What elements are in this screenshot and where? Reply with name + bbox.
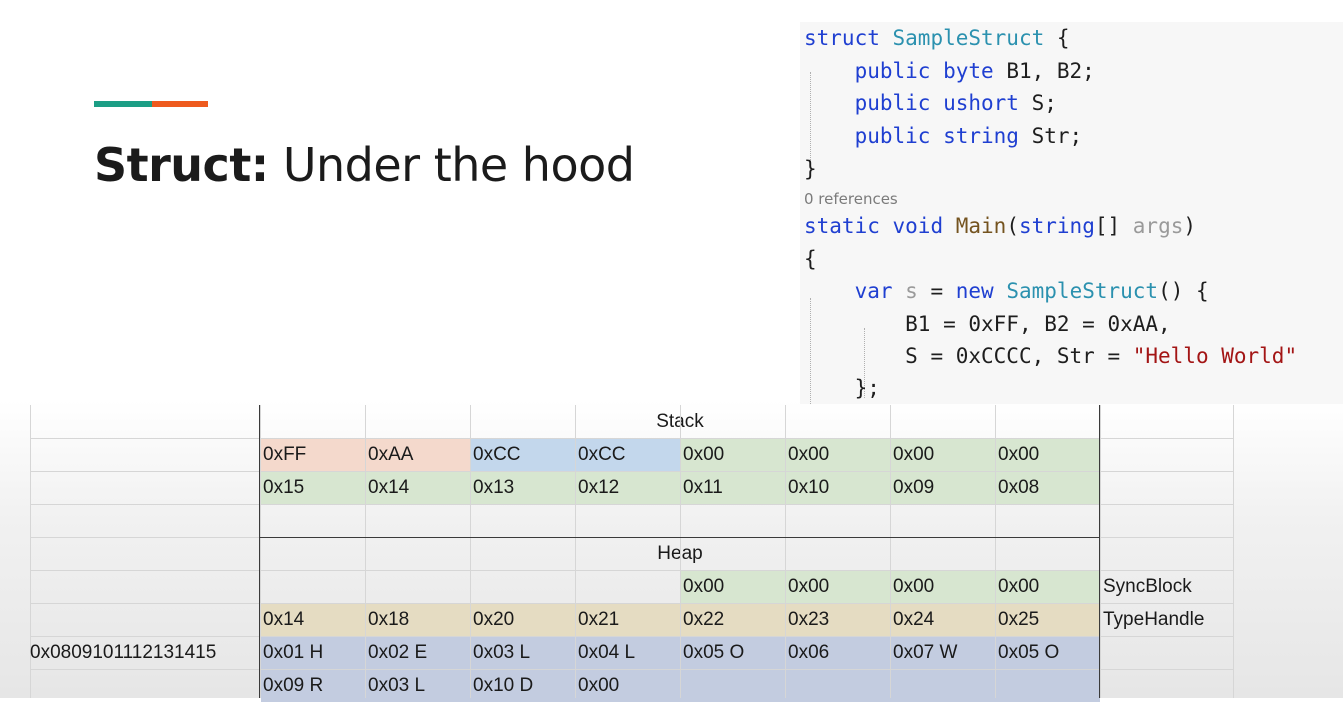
grid-line-horizontal: [30, 504, 1233, 505]
typehandle-cell: 0x24: [893, 609, 935, 630]
syncblock-label: SyncBlock: [1103, 576, 1192, 597]
code-line-9: B1 = 0xFF, B2 = 0xAA,: [905, 312, 1171, 336]
string-char-cell: 0x03 L: [368, 675, 426, 696]
grid-line-vertical: [470, 405, 471, 698]
slide-title: Struct: Under the hood: [94, 138, 635, 192]
stack-address-cell: 0x11: [683, 477, 723, 498]
code-line-8: var s = new SampleStruct() {: [854, 279, 1209, 303]
stack-address-cell: 0x14: [368, 477, 410, 498]
typehandle-cell: 0x25: [998, 609, 1040, 630]
code-line-10: S = 0xCCCC, Str = "Hello World": [905, 344, 1298, 368]
code-line-6: static void Main(string[] args): [804, 214, 1197, 238]
grid-line-vertical: [1233, 405, 1234, 698]
typehandle-label: TypeHandle: [1103, 609, 1205, 630]
typehandle-cell: 0x18: [368, 609, 410, 630]
string-char-cell: 0x09 R: [263, 675, 324, 696]
syncblock-cell: 0x00: [788, 576, 830, 597]
grid-line-vertical: [260, 405, 261, 698]
string-char-cell: 0x06: [788, 642, 830, 663]
memory-layout-grid: Stack Heap 0xFF 0xAA 0xCC 0xCC 0x00 0x00 0x00 0…: [30, 405, 1234, 702]
string-char-cell: 0x07 W: [893, 642, 958, 663]
stack-value-cell: 0xCC: [473, 444, 521, 465]
syncblock-cell: 0x00: [683, 576, 725, 597]
grid-line-vertical: [575, 405, 576, 698]
grid-line-vertical: [365, 405, 366, 698]
stack-address-cell: 0x12: [578, 477, 620, 498]
grid-line-horizontal: [30, 669, 1233, 670]
stack-address-cell: 0x09: [893, 477, 935, 498]
string-char-cell: 0x01 H: [263, 642, 324, 663]
code-line-4: public string Str;: [854, 124, 1083, 148]
code-snippet: struct SampleStruct { public byte B1, B2…: [800, 22, 1343, 404]
grid-line-horizontal: [30, 471, 1233, 472]
stack-value-cell: 0xAA: [368, 444, 414, 465]
grid-line-horizontal: [30, 438, 1233, 439]
grid-line-vertical: [890, 405, 891, 698]
heap-border-right: [1099, 537, 1100, 698]
string-address-label: 0x0809101112131415: [30, 642, 217, 663]
stack-value-cell: 0xFF: [263, 444, 307, 465]
code-line-5: }: [804, 157, 817, 181]
stack-address-cell: 0x10: [788, 477, 830, 498]
stack-address-cell: 0x13: [473, 477, 515, 498]
stack-value-cell: 0x00: [788, 444, 830, 465]
grid-line-vertical: [995, 405, 996, 698]
typehandle-cell: 0x14: [263, 609, 305, 630]
code-line-3: public ushort S;: [854, 91, 1057, 115]
grid-line-vertical: [1100, 405, 1101, 698]
typehandle-cell: 0x23: [788, 609, 830, 630]
code-line-11: };: [854, 376, 880, 400]
stack-value-cell: 0xCC: [578, 444, 626, 465]
stack-value-cell: 0x00: [893, 444, 935, 465]
grid-line-horizontal: [30, 603, 1233, 604]
stack-address-cell: 0x15: [263, 477, 305, 498]
slide-title-rest: Under the hood: [268, 138, 635, 192]
typehandle-cell: 0x21: [578, 609, 620, 630]
grid-line-vertical: [680, 405, 681, 698]
stack-heap-border-left: [259, 405, 260, 698]
stack-address-cell: 0x08: [998, 477, 1040, 498]
code-line-1: struct SampleStruct {: [804, 26, 1070, 50]
code-line-2: public byte B1, B2;: [854, 59, 1095, 83]
string-char-cell: 0x03 L: [473, 642, 531, 663]
string-char-cell: 0x05 O: [998, 642, 1060, 663]
string-char-cell: 0x10 D: [473, 675, 534, 696]
string-char-cell: 0x04 L: [578, 642, 636, 663]
string-char-cell: 0x00: [578, 675, 620, 696]
typehandle-cell: 0x20: [473, 609, 515, 630]
stack-value-cell: 0x00: [998, 444, 1040, 465]
syncblock-cell: 0x00: [893, 576, 935, 597]
references-codelens[interactable]: 0 references: [804, 190, 898, 208]
grid-line-vertical: [785, 405, 786, 698]
code-line-7: {: [804, 247, 817, 271]
syncblock-cell: 0x00: [998, 576, 1040, 597]
string-char-cell: 0x05 O: [683, 642, 745, 663]
slide-title-bold: Struct:: [94, 138, 269, 192]
stack-value-cell: 0x00: [683, 444, 725, 465]
typehandle-cell: 0x22: [683, 609, 725, 630]
stack-border-bottom: [259, 537, 1100, 538]
stack-border-right: [1099, 405, 1100, 537]
accent-bar-teal: [94, 101, 152, 107]
accent-bar-orange: [152, 101, 208, 107]
string-char-cell: 0x02 E: [368, 642, 428, 663]
grid-line-horizontal: [30, 570, 1233, 571]
